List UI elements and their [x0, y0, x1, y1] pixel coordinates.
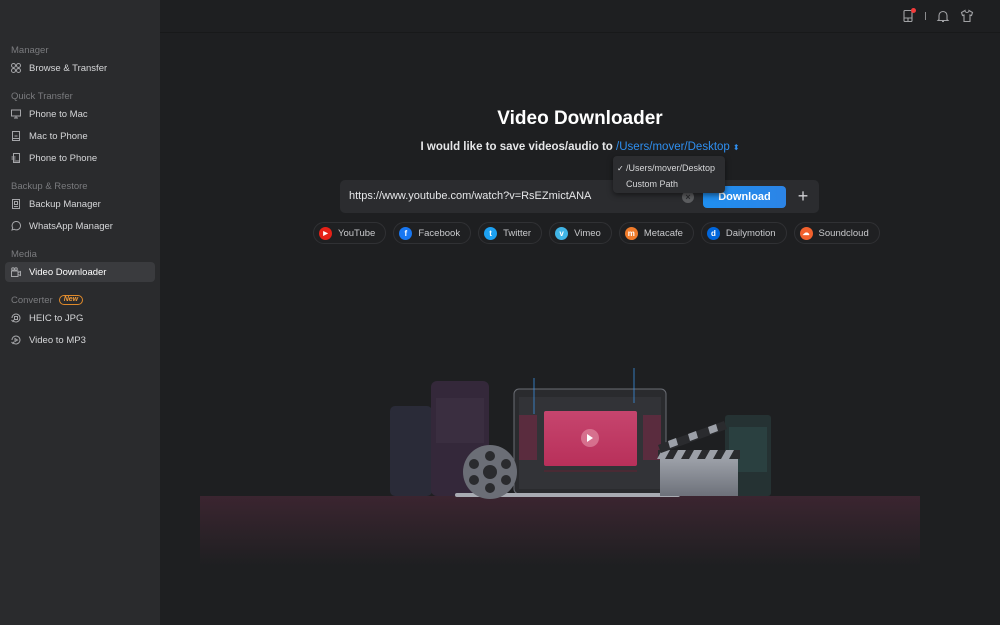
dailymotion-icon: d: [706, 226, 720, 240]
phone-in-icon: [11, 131, 21, 141]
site-vimeo[interactable]: v Vimeo: [549, 222, 612, 244]
url-bar: https://www.youtube.com/watch?v=RsEZmict…: [340, 180, 819, 213]
twitter-icon: t: [484, 226, 498, 240]
audio-convert-icon: [11, 335, 21, 345]
section-converter: Converter New: [0, 288, 160, 307]
sidebar-item-browse-transfer[interactable]: Browse & Transfer: [5, 58, 155, 78]
new-badge: New: [58, 295, 84, 305]
monitor-icon: [11, 109, 21, 119]
image-convert-icon: [11, 313, 21, 323]
sidebar-item-label: Video to MP3: [29, 334, 86, 346]
site-list: ▶ YouTube f Facebook t Twitter v Vimeo m…: [313, 222, 880, 244]
site-soundcloud[interactable]: ☁ Soundcloud: [793, 222, 880, 244]
downloader-illustration: [200, 368, 920, 566]
backup-icon: [11, 199, 21, 209]
device-icon[interactable]: [901, 8, 916, 23]
section-media: Media: [11, 248, 37, 260]
grid-icon: [11, 63, 21, 73]
vimeo-icon: v: [555, 226, 569, 240]
whatsapp-icon: [11, 221, 21, 231]
save-path-selector[interactable]: /Users/mover/Desktop ⬍: [616, 141, 739, 153]
sidebar-item-label: Phone to Mac: [29, 108, 88, 120]
sidebar-item-mac-to-phone[interactable]: Mac to Phone: [5, 126, 155, 146]
youtube-icon: ▶: [319, 226, 332, 240]
film-reel-icon: [463, 445, 517, 499]
top-bar: [160, 0, 1000, 33]
sidebar-item-phone-to-phone[interactable]: Phone to Phone: [5, 148, 155, 168]
url-input[interactable]: https://www.youtube.com/watch?v=RsEZmict…: [349, 190, 591, 202]
metacafe-icon: m: [624, 226, 638, 240]
section-backup-restore: Backup & Restore: [11, 180, 88, 192]
sidebar-item-label: Mac to Phone: [29, 130, 88, 142]
updown-chevron-icon: ⬍: [732, 143, 740, 152]
sidebar: Manager Browse & Transfer Quick Transfer…: [0, 0, 160, 625]
save-prefix: I would like to save videos/audio to: [420, 141, 613, 153]
sidebar-item-backup-manager[interactable]: Backup Manager: [5, 194, 155, 214]
phone-transfer-icon: [11, 153, 21, 163]
site-facebook[interactable]: f Facebook: [393, 222, 472, 244]
main-panel: Video Downloader I would like to save vi…: [160, 0, 1000, 625]
sidebar-item-video-to-mp3[interactable]: Video to MP3: [5, 330, 155, 350]
notification-dot: [911, 8, 916, 13]
app-window: Manager Browse & Transfer Quick Transfer…: [0, 0, 1000, 625]
sidebar-item-heic-to-jpg[interactable]: HEIC to JPG: [5, 308, 155, 328]
path-dropdown-menu: ✓ /Users/mover/Desktop Custom Path: [613, 156, 725, 193]
top-icons: [901, 8, 974, 23]
checkmark-icon: ✓: [617, 163, 624, 173]
section-quick-transfer: Quick Transfer: [11, 90, 73, 102]
add-url-button[interactable]: +: [793, 185, 813, 207]
divider: [925, 12, 926, 20]
sidebar-item-video-downloader[interactable]: Video Downloader: [5, 262, 155, 282]
section-manager: Manager: [11, 44, 49, 56]
facebook-icon: f: [399, 226, 413, 240]
site-dailymotion[interactable]: d Dailymotion: [700, 222, 787, 244]
sidebar-item-label: Video Downloader: [29, 266, 107, 278]
sidebar-item-label: Phone to Phone: [29, 152, 98, 164]
dropdown-option-custom-path[interactable]: Custom Path: [613, 176, 725, 192]
floor: [200, 496, 920, 566]
sidebar-item-label: Browse & Transfer: [29, 62, 108, 74]
bell-icon[interactable]: [936, 9, 950, 23]
soundcloud-icon: ☁: [799, 226, 813, 240]
page-title: Video Downloader: [497, 108, 663, 129]
video-camera-icon: [11, 267, 21, 277]
save-location-line: I would like to save videos/audio to /Us…: [160, 141, 1000, 153]
site-twitter[interactable]: t Twitter: [478, 222, 543, 244]
dropdown-option-desktop[interactable]: ✓ /Users/mover/Desktop: [613, 160, 725, 176]
sidebar-item-label: HEIC to JPG: [29, 312, 84, 324]
sidebar-item-phone-to-mac[interactable]: Phone to Mac: [5, 104, 155, 124]
sidebar-item-label: Backup Manager: [29, 198, 101, 210]
tshirt-icon[interactable]: [960, 9, 974, 23]
phone-back-left: [390, 406, 432, 496]
sidebar-item-whatsapp-manager[interactable]: WhatsApp Manager: [5, 216, 155, 236]
sidebar-item-label: WhatsApp Manager: [29, 220, 113, 232]
site-youtube[interactable]: ▶ YouTube: [313, 222, 387, 244]
site-metacafe[interactable]: m Metacafe: [618, 222, 694, 244]
